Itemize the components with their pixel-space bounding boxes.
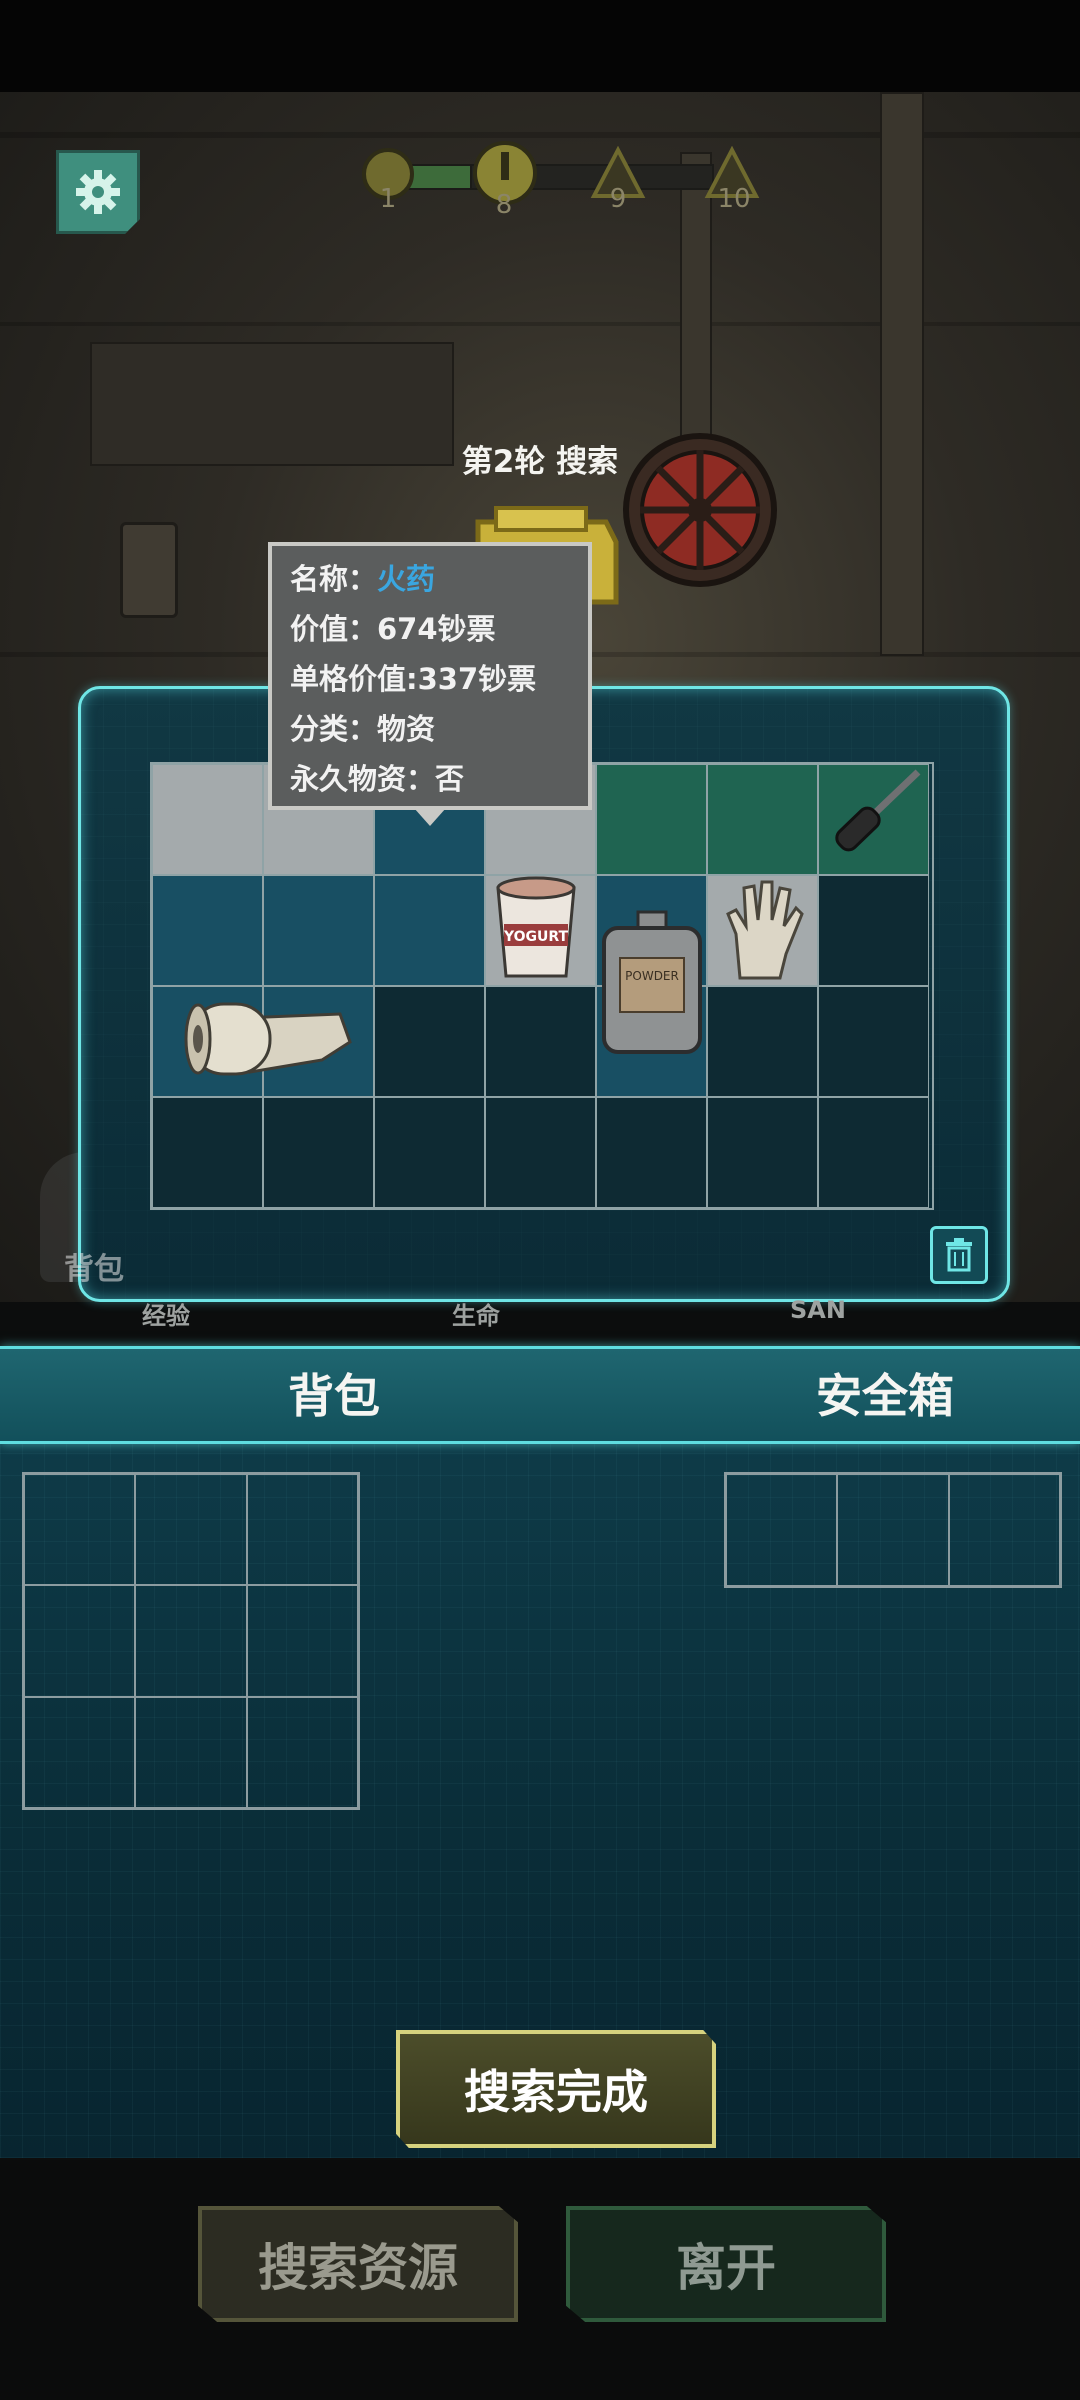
- backpack-slot[interactable]: [135, 1696, 247, 1808]
- tooltip-name-row: 名称：火药: [290, 554, 588, 604]
- settings-button[interactable]: [56, 150, 140, 234]
- gear-icon: [76, 170, 120, 214]
- powder-flask-icon[interactable]: POWDER: [598, 908, 708, 1058]
- work-glove-icon[interactable]: [720, 874, 804, 986]
- container-cell[interactable]: [818, 986, 929, 1097]
- container-cell[interactable]: [485, 1097, 596, 1208]
- container-cell[interactable]: [818, 875, 929, 986]
- safebox-slot[interactable]: [726, 1474, 838, 1586]
- trash-button[interactable]: [930, 1226, 988, 1284]
- container-cell[interactable]: [485, 986, 596, 1097]
- container-cell[interactable]: [152, 875, 263, 986]
- hp-label: 生命: [452, 1302, 500, 1330]
- backpack-slot[interactable]: [24, 1474, 136, 1586]
- tooltip-unit-value-row: 单格价值:337钞票: [290, 662, 537, 696]
- leave-button[interactable]: 离开: [566, 2206, 886, 2322]
- safebox-grid: [724, 1472, 1062, 1588]
- backpack-slot[interactable]: [24, 1696, 136, 1808]
- yogurt-cup-icon[interactable]: YOGURT: [492, 872, 580, 982]
- bottom-bar: [0, 2160, 1080, 2400]
- backpack-slot[interactable]: [246, 1474, 358, 1586]
- container-cell[interactable]: [707, 764, 818, 875]
- svg-text:POWDER: POWDER: [625, 969, 679, 983]
- container-cell[interactable]: [374, 1097, 485, 1208]
- backpack-slot[interactable]: [246, 1585, 358, 1697]
- container-cell[interactable]: [818, 1097, 929, 1208]
- tooltip-name-label: 名称：: [290, 562, 378, 596]
- backpack-slot[interactable]: [246, 1696, 358, 1808]
- stage-10-label: 10: [717, 184, 751, 214]
- backpack-slot[interactable]: [135, 1585, 247, 1697]
- container-cell[interactable]: [152, 1097, 263, 1208]
- item-tooltip: 名称：火药 价值：674钞票 单格价值:337钞票 分类：物资 永久物资：否: [268, 542, 592, 810]
- status-bar: [0, 0, 1080, 92]
- backpack-grid: [22, 1472, 360, 1810]
- tape-roll-icon[interactable]: [172, 984, 352, 1094]
- container-partial-label: 背包: [64, 1252, 124, 1287]
- stage-9-label: 9: [609, 184, 627, 214]
- tooltip-arrow: [414, 808, 446, 826]
- tooltip-value-row: 价值：674钞票: [290, 612, 496, 646]
- safebox-title: 安全箱: [816, 1369, 954, 1423]
- safebox-slot[interactable]: [837, 1474, 949, 1586]
- container-cell[interactable]: [263, 875, 374, 986]
- container-cell[interactable]: [152, 764, 263, 875]
- container-cell[interactable]: [596, 764, 707, 875]
- trash-icon: [946, 1238, 972, 1272]
- container-cell[interactable]: [707, 986, 818, 1097]
- container-cell[interactable]: [707, 1097, 818, 1208]
- tooltip-permanent-row: 永久物资：否: [290, 762, 465, 796]
- search-resources-button[interactable]: 搜索资源: [198, 2206, 518, 2322]
- backpack-slot[interactable]: [24, 1585, 136, 1697]
- stage-8-label: 8: [495, 190, 513, 220]
- container-cell[interactable]: [596, 1097, 707, 1208]
- container-cell[interactable]: [374, 875, 485, 986]
- stage-1-label: 1: [379, 184, 397, 214]
- round-title: 第2轮 搜索: [461, 444, 619, 480]
- safebox-slot[interactable]: [948, 1474, 1060, 1586]
- svg-text:YOGURT: YOGURT: [503, 929, 569, 945]
- search-done-button[interactable]: 搜索完成: [396, 2030, 716, 2148]
- san-label: SAN: [790, 1296, 846, 1324]
- backpack-title: 背包: [288, 1369, 380, 1423]
- tooltip-category-row: 分类：物资: [290, 712, 436, 746]
- backpack-slot[interactable]: [135, 1474, 247, 1586]
- screwdriver-icon[interactable]: [818, 762, 930, 874]
- container-cell[interactable]: [374, 986, 485, 1097]
- tooltip-name-value: 火药: [377, 562, 436, 596]
- exp-label: 经验: [142, 1302, 190, 1330]
- container-cell[interactable]: [263, 1097, 374, 1208]
